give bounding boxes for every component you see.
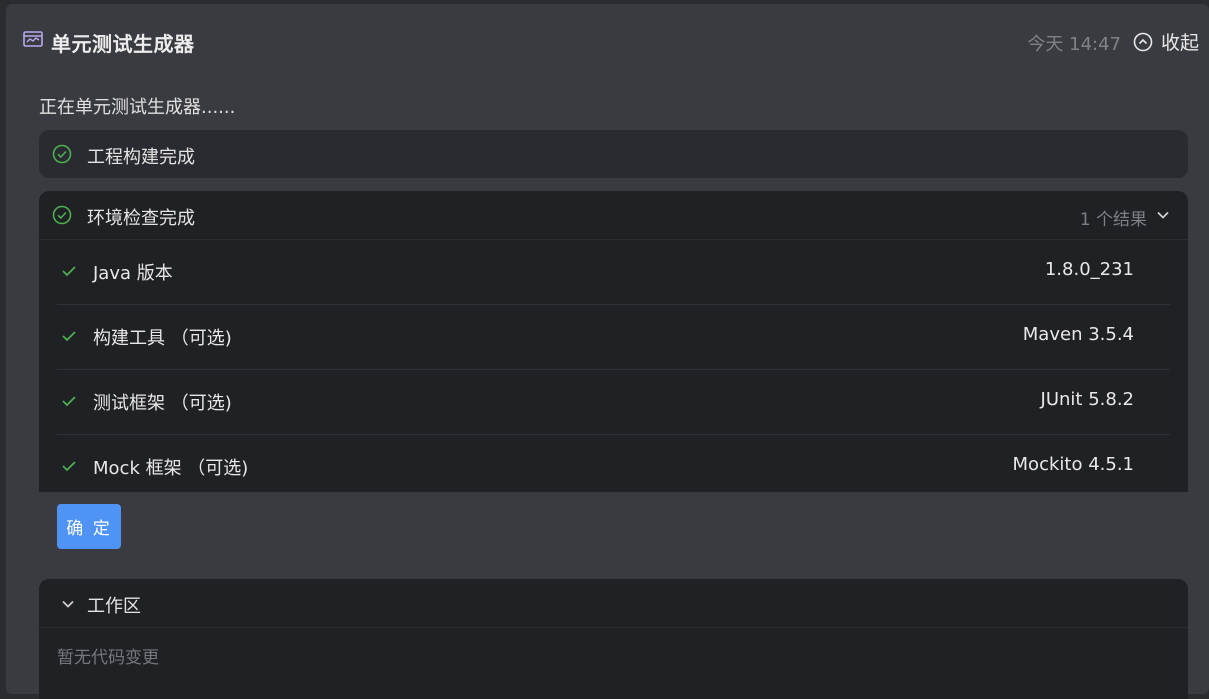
env-check-value: Mockito 4.5.1 [1012,454,1134,475]
env-check-label: 构建工具 （可选) [93,328,232,349]
panel-title: 单元测试生成器 [51,32,195,56]
check-icon [62,396,76,407]
timestamp: 今天 14:47 [1027,34,1121,55]
step-label: 工程构建完成 [87,147,195,168]
step-build: 工程构建完成 [39,130,1188,178]
env-check-list: Java 版本 1.8.0_231 构建工具 （可选) Maven 3.5.4 … [57,240,1170,492]
env-check-header[interactable]: 环境检查完成 1 个结果 [39,191,1188,240]
env-check-label: Java 版本 [93,263,173,284]
workspace-empty-text: 暂无代码变更 [57,648,159,668]
env-check-row: 测试框架 （可选) JUnit 5.8.2 [57,370,1170,435]
check-circle-icon [52,144,72,164]
collapse-label: 收起 [1160,32,1199,54]
check-icon [62,331,76,342]
step-env-check: 环境检查完成 1 个结果 Java 版本 1.8.0_231 构建工具 （可选)… [39,191,1188,492]
panel-header: 单元测试生成器 今天 14:47 收起 [6,4,1209,76]
collapse-button[interactable]: 收起 [1133,28,1199,55]
env-check-row: Java 版本 1.8.0_231 [57,240,1170,305]
env-check-value: 1.8.0_231 [1044,259,1134,280]
result-count: 1 个结果 [1079,210,1147,230]
workspace-title: 工作区 [87,596,141,617]
dashboard-icon [23,31,43,47]
env-check-label: 测试框架 （可选) [93,393,232,414]
workspace-header[interactable]: 工作区 [39,579,1188,628]
check-circle-icon [52,205,72,225]
env-check-value: JUnit 5.8.2 [1040,389,1134,410]
chevron-down-icon[interactable] [1155,207,1171,223]
check-icon [62,461,76,472]
chevron-up-circle-icon [1133,32,1153,51]
chevron-down-icon[interactable] [60,596,76,612]
env-check-value: Maven 3.5.4 [1022,324,1134,345]
workspace-section: 工作区 暂无代码变更 [39,579,1188,699]
env-check-row: 构建工具 （可选) Maven 3.5.4 [57,305,1170,370]
unit-test-generator-panel: 单元测试生成器 今天 14:47 收起 正在单元测试生成器...... 工程构建… [6,4,1209,699]
confirm-button[interactable]: 确 定 [57,504,121,549]
status-message: 正在单元测试生成器...... [39,97,236,118]
step-label: 环境检查完成 [87,208,195,229]
env-check-label: Mock 框架 （可选) [93,458,249,479]
env-check-row: Mock 框架 （可选) Mockito 4.5.1 [57,435,1170,492]
check-icon [62,266,76,277]
